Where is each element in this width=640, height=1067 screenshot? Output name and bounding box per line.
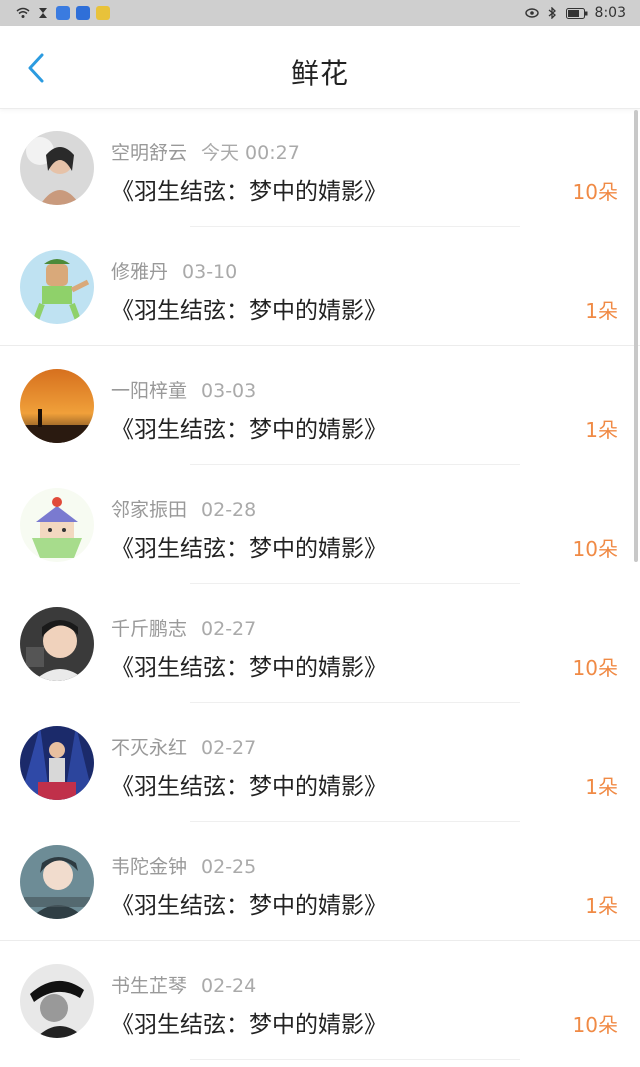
book-title: 《羽生结弦：梦中的婧影》 [111,536,387,562]
bluetooth-icon [545,6,559,20]
user-name: 修雅丹 [111,261,169,283]
avatar [20,726,94,800]
book-title: 《羽生结弦：梦中的婧影》 [111,298,387,324]
user-name: 书生芷琴 [111,975,188,997]
flower-count: 10朵 [572,1013,618,1037]
user-name: 韦陀金钟 [111,856,188,878]
status-bar: 8:03 [0,0,640,26]
list-item[interactable]: 邻家振田 02-28 《羽生结弦：梦中的婧影》 10朵 [0,465,640,584]
assistant-app-icon [96,6,110,20]
item-date: 03-03 [201,380,257,402]
avatar [20,607,94,681]
scrollbar[interactable] [634,110,638,562]
user-name: 一阳梓童 [111,380,188,402]
book-title: 《羽生结弦：梦中的婧影》 [111,1012,387,1038]
status-icons-right: 8:03 [524,5,626,21]
list-item[interactable]: 韦陀金钟 02-25 《羽生结弦：梦中的婧影》 1朵 [0,822,640,941]
battery-icon [565,6,589,20]
flower-count: 1朵 [585,775,618,799]
list-item[interactable]: 修雅丹 03-10 《羽生结弦：梦中的婧影》 1朵 [0,227,640,346]
list-item[interactable]: 千斤鹏志 02-27 《羽生结弦：梦中的婧影》 10朵 [0,584,640,703]
flower-count: 10朵 [572,537,618,561]
avatar [20,488,94,562]
baidu-app-icon [76,6,90,20]
flower-count: 1朵 [585,299,618,323]
status-icons-left [16,6,110,20]
flower-count: 1朵 [585,894,618,918]
flower-list: 空明舒云 今天 00:27 《羽生结弦：梦中的婧影》 10朵 修雅丹 03-10 《… [0,108,640,1060]
book-title: 《羽生结弦：梦中的婧影》 [111,417,387,443]
flower-count: 10朵 [572,180,618,204]
user-name: 空明舒云 [111,142,188,164]
flower-count: 1朵 [585,418,618,442]
item-date: 今天 00:27 [201,142,300,164]
list-item[interactable]: 书生芷琴 02-24 《羽生结弦：梦中的婧影》 10朵 [0,941,640,1060]
avatar [20,131,94,205]
user-name: 千斤鹏志 [111,618,188,640]
item-date: 03-10 [182,261,238,283]
list-item[interactable]: 不灭永红 02-27 《羽生结弦：梦中的婧影》 1朵 [0,703,640,822]
hourglass-icon [36,6,50,20]
user-name: 不灭永红 [111,737,188,759]
book-title: 《羽生结弦：梦中的婧影》 [111,655,387,681]
avatar [20,845,94,919]
wifi-icon [16,6,30,20]
message-app-icon [56,6,70,20]
item-date: 02-27 [201,737,257,759]
book-title: 《羽生结弦：梦中的婧影》 [111,893,387,919]
page-title: 鲜花 [290,57,349,90]
user-name: 邻家振田 [111,499,188,521]
eye-icon [524,6,539,20]
avatar [20,369,94,443]
book-title: 《羽生结弦：梦中的婧影》 [111,179,387,205]
flower-count: 10朵 [572,656,618,680]
avatar [20,250,94,324]
status-time: 8:03 [594,5,626,21]
book-title: 《羽生结弦：梦中的婧影》 [111,774,387,800]
item-date: 02-27 [201,618,257,640]
item-date: 02-25 [201,856,257,878]
avatar [20,964,94,1038]
item-date: 02-24 [201,975,257,997]
item-date: 02-28 [201,499,257,521]
list-item[interactable]: 一阳梓童 03-03 《羽生结弦：梦中的婧影》 1朵 [0,346,640,465]
list-item[interactable]: 空明舒云 今天 00:27 《羽生结弦：梦中的婧影》 10朵 [0,108,640,227]
header: 鲜花 [0,26,640,109]
